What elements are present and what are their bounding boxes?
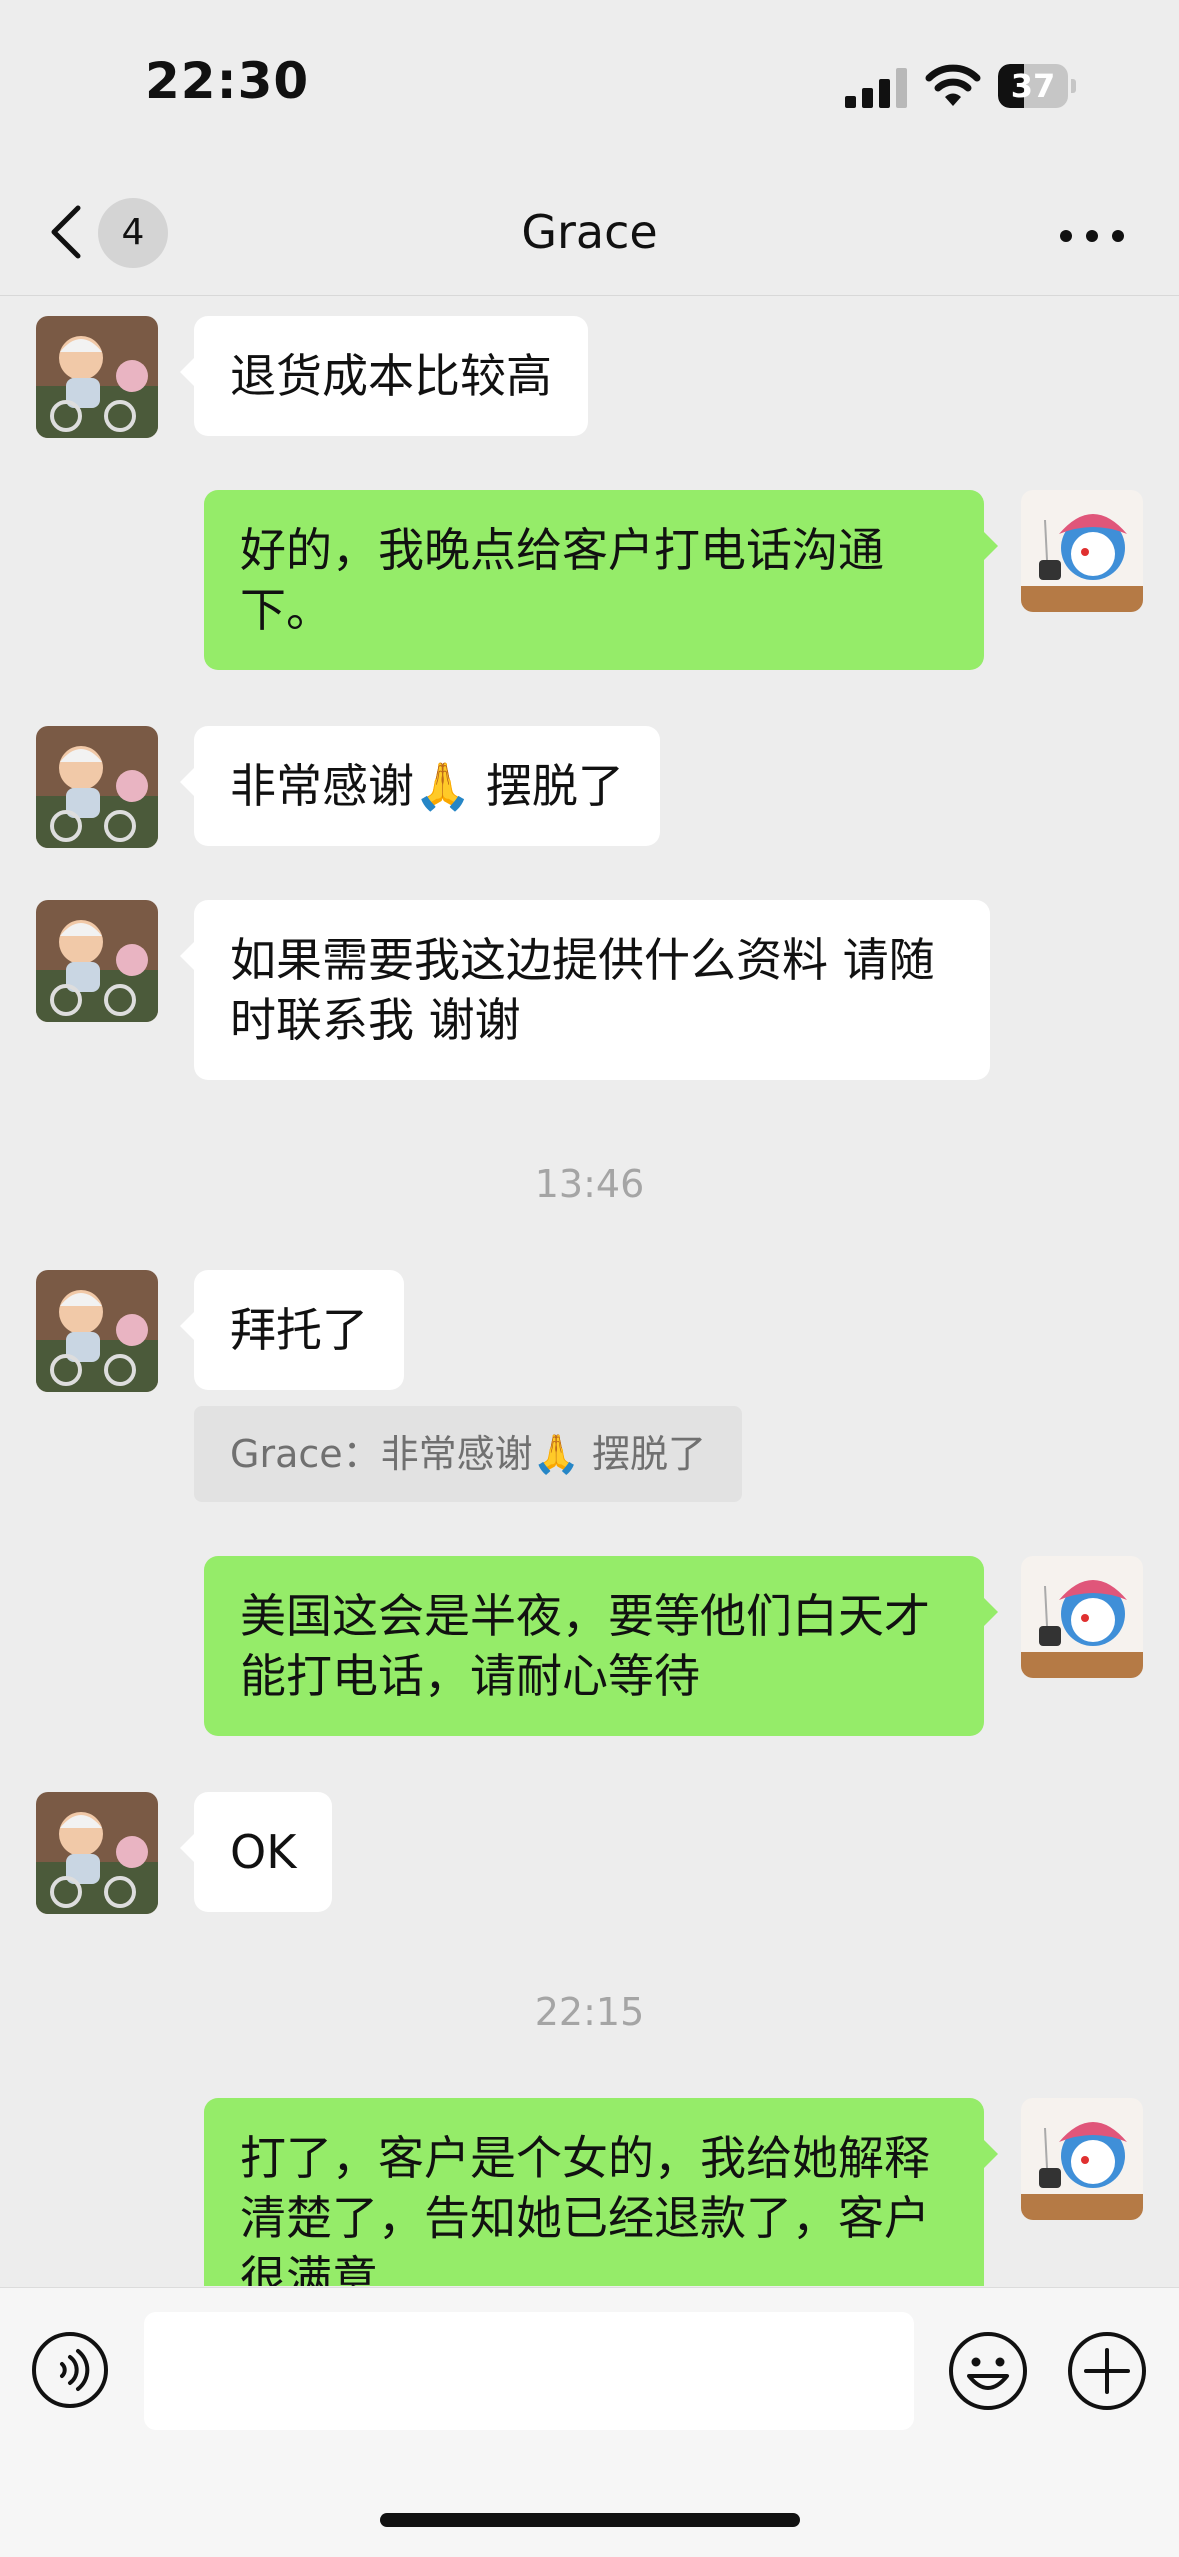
back-button[interactable]: 4 <box>40 192 180 272</box>
battery-level: 37 <box>1010 67 1056 105</box>
message-bubble-outgoing[interactable]: 好的，我晚点给客户打电话沟通下。 <box>204 490 998 670</box>
voice-icon[interactable] <box>30 2330 110 2410</box>
avatar-icon <box>1021 2098 1143 2220</box>
wifi-icon <box>925 64 981 106</box>
contact-avatar[interactable] <box>36 1792 158 1914</box>
input-bar <box>0 2287 1179 2557</box>
battery-icon: 37 <box>998 64 1076 108</box>
home-indicator[interactable] <box>380 2513 800 2527</box>
emoji-icon[interactable] <box>947 2330 1029 2412</box>
cellular-signal-icon <box>845 68 907 108</box>
status-bar: 22:30 37 <box>0 0 1179 170</box>
chat-header: 4 Grace <box>0 170 1179 296</box>
message-timestamp: 13:46 <box>534 1162 645 1206</box>
my-avatar[interactable] <box>1021 490 1143 612</box>
message-bubble-incoming[interactable]: OK <box>179 1792 333 1912</box>
my-avatar[interactable] <box>1021 1556 1143 1678</box>
avatar-icon <box>1021 1556 1143 1678</box>
contact-avatar[interactable] <box>36 900 158 1022</box>
contact-avatar[interactable] <box>36 1270 158 1392</box>
message-bubble-incoming[interactable]: 如果需要我这边提供什么资料 请随时联系我 谢谢 <box>180 900 990 1080</box>
more-options-button[interactable] <box>1060 210 1130 260</box>
message-bubble-incoming[interactable]: 退货成本比较高 <box>180 316 588 436</box>
avatar-icon <box>36 316 158 438</box>
avatar-icon <box>36 726 158 848</box>
message-bubble-incoming[interactable]: 非常感谢🙏 摆脱了 <box>180 726 660 846</box>
message-input[interactable] <box>144 2312 914 2430</box>
avatar-icon <box>36 900 158 1022</box>
message-bubble-outgoing[interactable]: 美国这会是半夜，要等他们白天才能打电话，请耐心等待 <box>204 1556 998 1736</box>
message-timestamp: 22:15 <box>534 1990 645 2034</box>
avatar-icon <box>1021 490 1143 612</box>
unread-count-badge: 4 <box>98 198 168 268</box>
quoted-message[interactable]: Grace：非常感谢🙏 摆脱了 <box>194 1406 743 1502</box>
avatar-icon <box>36 1792 158 1914</box>
status-time: 22:30 <box>145 52 310 110</box>
contact-avatar[interactable] <box>36 316 158 438</box>
chevron-left-icon <box>51 205 81 259</box>
message-bubble-incoming[interactable]: 拜托了 <box>180 1270 404 1390</box>
plus-icon[interactable] <box>1066 2330 1148 2412</box>
my-avatar[interactable] <box>1021 2098 1143 2220</box>
avatar-icon <box>36 1270 158 1392</box>
contact-avatar[interactable] <box>36 726 158 848</box>
chat-message-list[interactable]: 退货成本比较高 好的，我晚点给客户打电话沟通下。 非常感谢🙏 摆脱了 如果需要我… <box>0 296 1179 2286</box>
message-bubble-outgoing[interactable]: 打了，客户是个女的，我给她解释清楚了，告知她已经退款了，客户很满意 <box>204 2098 998 2286</box>
